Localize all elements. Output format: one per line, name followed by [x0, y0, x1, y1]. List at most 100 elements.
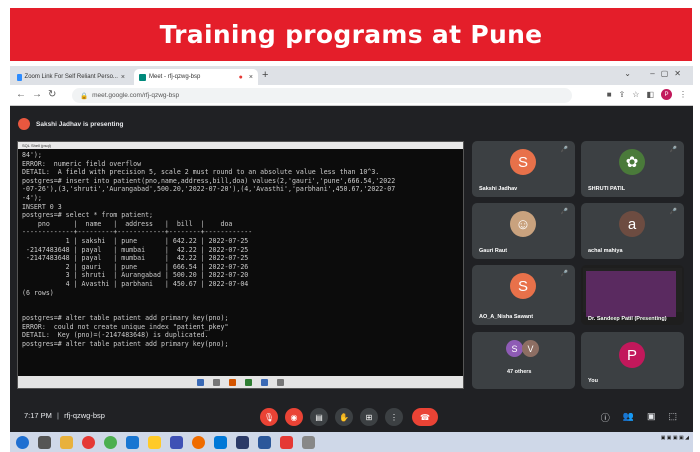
camera-icon[interactable]: ■	[607, 90, 612, 99]
meeting-separator: |	[57, 411, 59, 420]
avatar: P	[619, 342, 645, 368]
participant-tile[interactable]: ✿ 🎤 SHRUTI PATIL	[581, 141, 684, 197]
address-bar: ← → ↻ 🔒 meet.google.com/rfj-qzwg-bsp ■ ⇪…	[10, 85, 693, 106]
zoom-favicon-icon	[17, 73, 22, 81]
bookmark-star-icon[interactable]: ☆	[632, 90, 639, 99]
new-tab-button[interactable]: +	[262, 69, 268, 81]
firefox-icon[interactable]	[192, 435, 205, 449]
tab-label: Zoom Link For Self Reliant Perso...	[24, 74, 118, 80]
end-call-button[interactable]: ☎	[412, 408, 438, 426]
participant-name: Sakshi Jadhav	[479, 186, 518, 192]
avatar: S	[506, 340, 523, 357]
participant-name: AO_A_Nisha Sawant	[479, 314, 534, 320]
shared-taskbar	[18, 376, 463, 388]
presenter-tile[interactable]: Dr. Sandeep Patil (Presenting)	[581, 265, 684, 325]
mic-off-icon: 🎤	[669, 147, 677, 153]
presenting-text: Sakshi Jadhav is presenting	[36, 120, 124, 128]
share-icon[interactable]: ⇪	[619, 90, 626, 99]
more-options-button[interactable]: ⋮	[385, 408, 403, 426]
chevron-down-icon[interactable]: ⌄	[624, 69, 631, 78]
taskbar-app-icon	[229, 378, 236, 386]
present-button[interactable]: ⊞	[360, 408, 378, 426]
reload-icon[interactable]: ↻	[48, 89, 56, 100]
sidebar-icon[interactable]: ◧	[646, 90, 654, 99]
windows-taskbar: ▣ ▣ ▣ ▣ ◢	[10, 432, 693, 452]
avatar-photo: ☺	[510, 211, 536, 237]
lock-icon: 🔒	[80, 92, 89, 100]
folder-icon[interactable]	[60, 435, 73, 449]
banner-title: Training programs at Pune	[159, 20, 543, 49]
chat-icon[interactable]: ▣	[647, 411, 656, 424]
taskbar-app-icon[interactable]	[280, 435, 293, 449]
terminal-title: SQL Shell (psql)	[18, 142, 463, 149]
people-icon[interactable]: 👥	[623, 411, 634, 424]
participant-name: Dr. Sandeep Patil (Presenting)	[588, 316, 667, 322]
tab-meet[interactable]: Meet - rfj-qzwg-bsp ● ×	[134, 69, 258, 85]
taskbar-app-icon[interactable]	[126, 435, 139, 449]
tab-label: Meet - rfj-qzwg-bsp	[149, 74, 201, 80]
close-tab-icon[interactable]: ×	[249, 74, 253, 81]
avatar: S	[510, 149, 536, 175]
shared-screen-terminal: SQL Shell (psql) 84'); ERROR: numeric fi…	[17, 141, 464, 389]
meeting-time: 7:17 PM	[24, 411, 52, 420]
mic-toggle-button[interactable]: 🎙	[260, 408, 278, 426]
profile-avatar[interactable]: P	[661, 89, 672, 100]
others-tile[interactable]: S V 47 others	[472, 332, 575, 389]
window-controls[interactable]: –▢✕	[650, 69, 687, 78]
participant-tile[interactable]: a 🎤 achal mahiya	[581, 203, 684, 259]
participant-tile[interactable]: S 🎤 Sakshi Jadhav	[472, 141, 575, 197]
meeting-info: 7:17 PM | rfj-qzwg-bsp	[24, 411, 105, 420]
taskbar-app-icon[interactable]	[38, 435, 51, 449]
participant-name: achal mahiya	[588, 248, 623, 254]
participant-name: You	[588, 378, 598, 384]
url-text: meet.google.com/rfj-qzwg-bsp	[92, 92, 180, 99]
activities-icon[interactable]: ⬚	[668, 411, 677, 424]
back-icon[interactable]: ←	[16, 89, 26, 100]
menu-icon[interactable]: ⋮	[679, 90, 687, 99]
taskbar-app-icon	[197, 378, 204, 386]
taskbar-app-icon[interactable]	[82, 435, 95, 449]
tab-bar: Zoom Link For Self Reliant Perso... × Me…	[10, 66, 693, 85]
avatar: V	[522, 340, 539, 357]
taskbar-app-icon[interactable]	[236, 435, 249, 449]
word-icon[interactable]	[258, 435, 271, 449]
self-tile[interactable]: P You	[581, 332, 684, 389]
terminal-text: 84'); ERROR: numeric field overflow DETA…	[22, 151, 396, 349]
taskbar-app-icon[interactable]	[214, 435, 227, 449]
tab-zoom-link[interactable]: Zoom Link For Self Reliant Perso... ×	[12, 69, 130, 85]
raise-hand-button[interactable]: ✋	[335, 408, 353, 426]
forward-icon[interactable]: →	[32, 89, 42, 100]
others-count: 47 others	[507, 369, 532, 375]
meeting-code: rfj-qzwg-bsp	[64, 411, 105, 420]
toolbar-icons: ■ ⇪ ☆ ◧ P ⋮	[607, 89, 687, 100]
screen-thumbnail	[586, 271, 676, 317]
taskbar-app-icon	[245, 378, 252, 386]
title-banner: Training programs at Pune	[10, 8, 692, 61]
participant-tile[interactable]: ☺ 🎤 Gauri Raut	[472, 203, 575, 259]
captions-button[interactable]: ▤	[310, 408, 328, 426]
info-icon[interactable]: ⓘ	[601, 411, 610, 424]
meet-controls-bar: 7:17 PM | rfj-qzwg-bsp 🎙 ◉ ▤ ✋ ⊞ ⋮ ☎ ⓘ 👥…	[10, 402, 693, 432]
terminal-output: 84'); ERROR: numeric field overflow DETA…	[18, 149, 463, 351]
start-icon[interactable]	[16, 435, 29, 449]
camera-toggle-button[interactable]: ◉	[285, 408, 303, 426]
taskbar-app-icon[interactable]	[148, 435, 161, 449]
participant-tile[interactable]: S 🎤 AO_A_Nisha Sawant	[472, 265, 575, 325]
recording-dot-icon: ●	[238, 73, 243, 81]
avatar-photo: ✿	[619, 149, 645, 175]
presenter-screen-preview	[583, 268, 682, 317]
participant-name: SHRUTI PATIL	[588, 186, 626, 192]
participant-name: Gauri Raut	[479, 248, 508, 254]
presenter-icon	[18, 118, 30, 130]
browser-window: Zoom Link For Self Reliant Perso... × Me…	[10, 66, 693, 452]
tray-icons: ▣ ▣ ▣ ▣ ◢	[660, 435, 689, 441]
system-tray[interactable]: ▣ ▣ ▣ ▣ ◢	[661, 435, 689, 442]
mic-off-icon: 🎤	[560, 147, 568, 153]
avatar: S	[510, 273, 536, 299]
chrome-icon[interactable]	[104, 435, 117, 449]
taskbar-app-icon[interactable]	[302, 435, 315, 449]
url-field[interactable]: 🔒 meet.google.com/rfj-qzwg-bsp	[72, 88, 572, 103]
taskbar-app-icon[interactable]	[170, 435, 183, 449]
mic-off-icon: 🎤	[560, 209, 568, 215]
close-tab-icon[interactable]: ×	[121, 74, 125, 81]
